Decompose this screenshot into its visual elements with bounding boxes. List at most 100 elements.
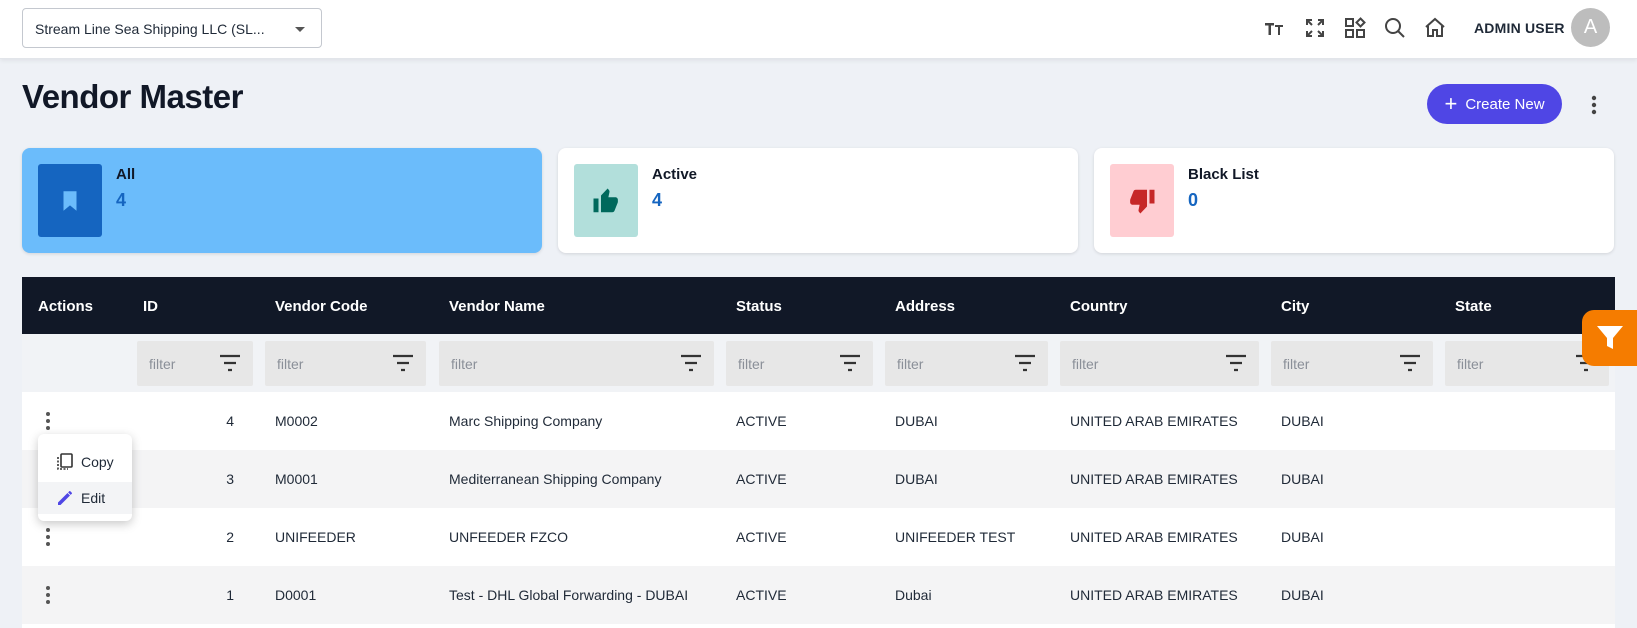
table-row[interactable]: 1 D0001 Test - DHL Global Forwarding - D… xyxy=(22,566,1615,624)
filter-address[interactable]: filter xyxy=(885,341,1048,386)
filter-placeholder: filter xyxy=(1072,356,1099,372)
thumbs-down-icon xyxy=(1110,164,1174,237)
company-select[interactable]: Stream Line Sea Shipping LLC (SL... xyxy=(22,8,322,48)
filter-placeholder: filter xyxy=(277,356,304,372)
filter-lines-icon xyxy=(1015,354,1035,372)
filter-placeholder: filter xyxy=(1457,356,1484,372)
filter-vendor-code[interactable]: filter xyxy=(265,341,426,386)
filter-placeholder: filter xyxy=(738,356,765,372)
row-actions-icon[interactable] xyxy=(42,526,54,548)
card-all-count: 4 xyxy=(116,190,127,210)
text-size-icon[interactable] xyxy=(1262,16,1286,40)
filter-lines-icon xyxy=(393,354,413,372)
column-header-state[interactable]: State xyxy=(1455,298,1492,315)
row-actions-icon[interactable] xyxy=(42,584,54,606)
card-all-label: All xyxy=(116,166,136,183)
column-header-address[interactable]: Address xyxy=(895,298,955,315)
thumbs-up-icon xyxy=(574,164,638,237)
floating-filter-button[interactable] xyxy=(1582,310,1637,366)
column-header-actions[interactable]: Actions xyxy=(38,298,93,315)
vendor-table: Actions ID Vendor Code Vendor Name Statu… xyxy=(22,277,1615,628)
menu-item-copy[interactable]: Copy xyxy=(38,446,132,478)
filter-placeholder: filter xyxy=(149,356,176,372)
cell-address: DUBAI xyxy=(895,471,938,487)
filter-placeholder: filter xyxy=(451,356,478,372)
bookmark-icon xyxy=(38,164,102,237)
filter-city[interactable]: filter xyxy=(1271,341,1433,386)
column-header-vendor-code[interactable]: Vendor Code xyxy=(275,298,368,315)
menu-item-edit[interactable]: Edit xyxy=(38,482,132,514)
table-header: Actions ID Vendor Code Vendor Name Statu… xyxy=(22,277,1615,334)
table-row[interactable]: 2 UNIFEEDER UNFEEDER FZCO ACTIVE UNIFEED… xyxy=(22,508,1615,566)
cell-id: 1 xyxy=(226,587,234,603)
filter-lines-icon xyxy=(840,354,860,372)
avatar[interactable]: A xyxy=(1571,8,1610,47)
create-new-label: Create New xyxy=(1465,95,1545,113)
filter-id[interactable]: filter xyxy=(137,341,253,386)
funnel-icon xyxy=(1597,326,1623,349)
card-active-label: Active xyxy=(652,166,698,183)
filter-placeholder: filter xyxy=(897,356,924,372)
plus-icon: + xyxy=(1444,91,1458,116)
column-header-country[interactable]: Country xyxy=(1070,298,1128,315)
cell-city: DUBAI xyxy=(1281,587,1324,603)
card-black-list[interactable]: Black List 0 xyxy=(1094,148,1614,253)
top-bar: Stream Line Sea Shipping LLC (SL... ADMI… xyxy=(0,0,1637,59)
more-options-icon[interactable] xyxy=(1584,93,1604,117)
user-name[interactable]: ADMIN USER xyxy=(1474,20,1565,36)
cell-id: 3 xyxy=(226,471,234,487)
filter-country[interactable]: filter xyxy=(1060,341,1259,386)
company-select-value: Stream Line Sea Shipping LLC (SL... xyxy=(35,21,265,37)
table-row[interactable]: 3 M0001 Mediterranean Shipping Company A… xyxy=(22,450,1615,508)
cell-city: DUBAI xyxy=(1281,413,1324,429)
copy-icon xyxy=(57,453,73,470)
table-row[interactable]: 4 M0002 Marc Shipping Company ACTIVE DUB… xyxy=(22,392,1615,450)
filter-vendor-name[interactable]: filter xyxy=(439,341,714,386)
cell-vendor-code: M0002 xyxy=(275,413,318,429)
create-new-button[interactable]: + Create New xyxy=(1427,84,1562,124)
card-all[interactable]: All 4 xyxy=(22,148,542,253)
cell-address: UNIFEEDER TEST xyxy=(895,529,1016,545)
card-active[interactable]: Active 4 xyxy=(558,148,1078,253)
cell-vendor-name: UNFEEDER FZCO xyxy=(449,529,568,545)
card-active-count: 4 xyxy=(652,190,663,210)
cell-id: 4 xyxy=(226,413,234,429)
card-black-list-label: Black List xyxy=(1188,166,1259,183)
chevron-down-icon xyxy=(295,27,305,32)
cell-address: DUBAI xyxy=(895,413,938,429)
cell-country: UNITED ARAB EMIRATES xyxy=(1070,587,1238,603)
search-icon[interactable] xyxy=(1383,16,1407,40)
filter-placeholder: filter xyxy=(1283,356,1310,372)
cell-country: UNITED ARAB EMIRATES xyxy=(1070,471,1238,487)
filter-lines-icon xyxy=(220,354,240,372)
menu-item-copy-label: Copy xyxy=(81,454,114,470)
row-actions-menu: Copy Edit xyxy=(38,434,132,521)
cell-vendor-code: M0001 xyxy=(275,471,318,487)
cell-vendor-code: D0001 xyxy=(275,587,317,603)
column-header-vendor-name[interactable]: Vendor Name xyxy=(449,298,545,315)
column-header-status[interactable]: Status xyxy=(736,298,782,315)
cell-vendor-name: Test - DHL Global Forwarding - DUBAI xyxy=(449,587,689,603)
filter-lines-icon xyxy=(1400,354,1420,372)
cell-status: ACTIVE xyxy=(736,587,787,603)
cell-vendor-code: UNIFEEDER xyxy=(275,529,356,545)
cell-status: ACTIVE xyxy=(736,413,787,429)
cell-address: Dubai xyxy=(895,587,932,603)
cell-city: DUBAI xyxy=(1281,471,1324,487)
row-actions-icon[interactable] xyxy=(42,410,54,432)
filter-status[interactable]: filter xyxy=(726,341,873,386)
cell-vendor-name: Mediterranean Shipping Company xyxy=(449,471,662,487)
menu-item-edit-label: Edit xyxy=(81,490,106,506)
cell-status: ACTIVE xyxy=(736,471,787,487)
pencil-icon xyxy=(58,490,73,505)
column-header-id[interactable]: ID xyxy=(143,298,158,315)
cell-id: 2 xyxy=(226,529,234,545)
home-icon[interactable] xyxy=(1423,16,1447,40)
column-header-city[interactable]: City xyxy=(1281,298,1309,315)
filter-lines-icon xyxy=(1226,354,1246,372)
card-black-list-count: 0 xyxy=(1188,190,1199,210)
apps-icon[interactable] xyxy=(1343,16,1367,40)
fullscreen-icon[interactable] xyxy=(1303,16,1327,40)
cell-city: DUBAI xyxy=(1281,529,1324,545)
cell-country: UNITED ARAB EMIRATES xyxy=(1070,529,1238,545)
